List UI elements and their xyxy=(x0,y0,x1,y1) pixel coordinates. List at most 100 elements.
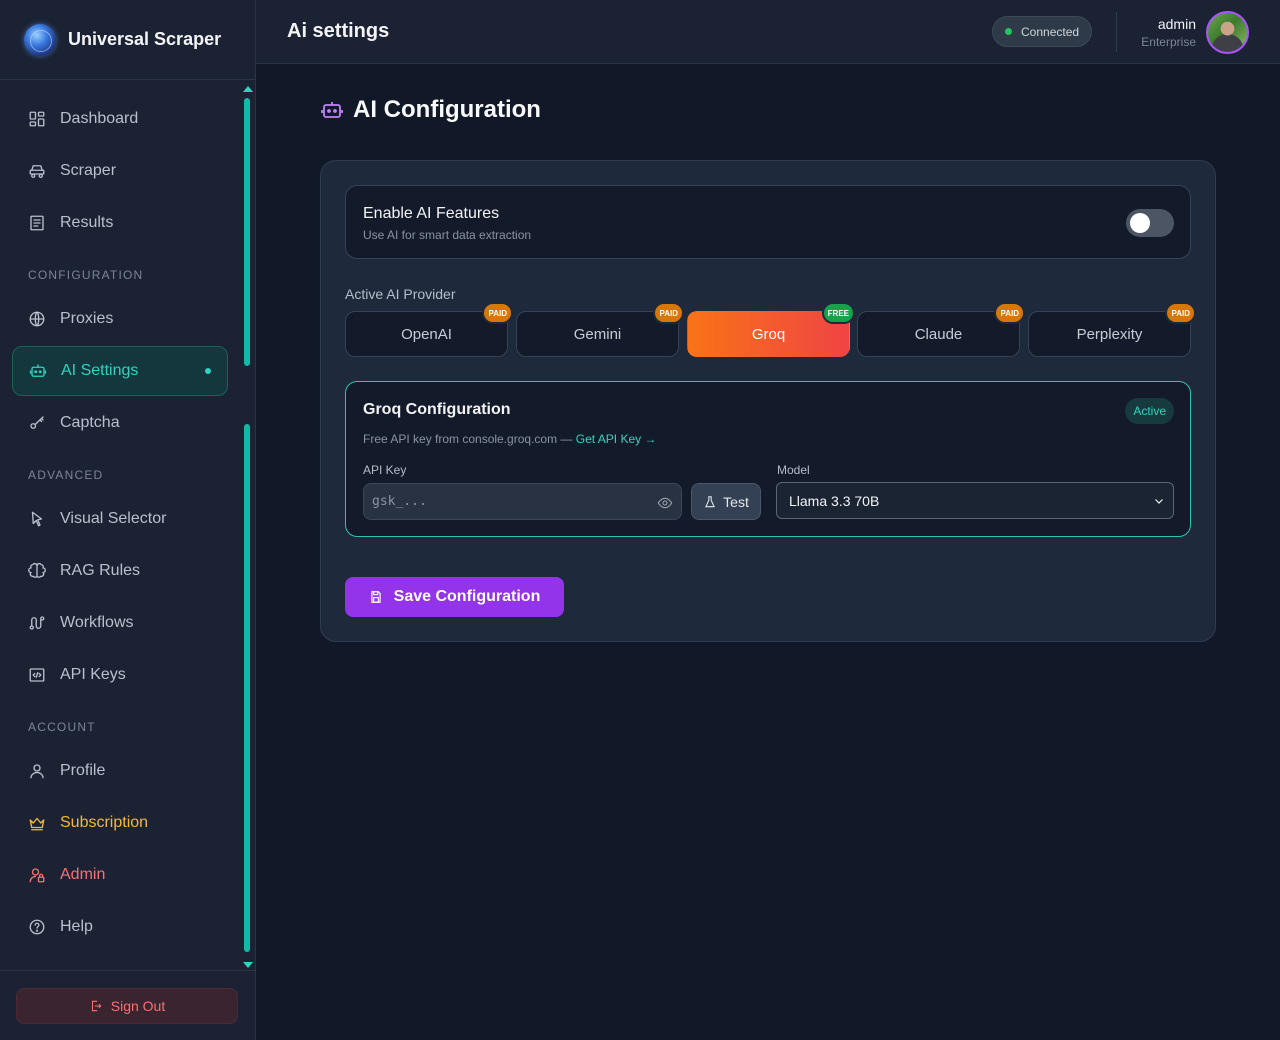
model-label: Model xyxy=(777,463,810,477)
api-key-input[interactable]: gsk_... xyxy=(363,483,682,520)
app-name: Universal Scraper xyxy=(68,29,222,49)
eye-icon[interactable] xyxy=(657,495,673,511)
globe-icon xyxy=(28,310,46,328)
sidebar-item-label: Visual Selector xyxy=(60,510,167,527)
provider-selector: OpenAI PAID Gemini PAID Groq FREE Claude… xyxy=(345,302,1196,357)
sidebar-item-label: Proxies xyxy=(60,310,114,327)
brain-icon xyxy=(28,562,46,580)
provider-groq[interactable]: Groq FREE xyxy=(687,302,855,357)
workflow-icon xyxy=(28,614,46,632)
connection-status-badge: Connected xyxy=(992,16,1093,47)
paid-badge: PAID xyxy=(1165,302,1196,324)
sidebar-item-label: Workflows xyxy=(60,614,134,631)
config-subtitle-text: Free API key from console.groq.com — xyxy=(363,432,573,446)
sidebar: Universal Scraper Dashboard Scraper Resu… xyxy=(0,0,256,1040)
scroll-up-arrow-icon[interactable] xyxy=(243,86,253,92)
provider-name: Perplexity xyxy=(1076,325,1143,343)
scraper-icon xyxy=(28,162,46,180)
sidebar-item-profile[interactable]: Profile xyxy=(12,746,228,796)
sidebar-nav: Dashboard Scraper Results CONFIGURATION … xyxy=(12,94,228,954)
sidebar-item-rag-rules[interactable]: RAG Rules xyxy=(12,546,228,596)
scrollbar-thumb[interactable] xyxy=(244,424,250,952)
divider xyxy=(0,970,256,971)
robot-icon xyxy=(321,102,343,118)
sidebar-item-subscription[interactable]: Subscription xyxy=(12,798,228,848)
provider-claude[interactable]: Claude PAID xyxy=(857,302,1025,357)
api-key-label: API Key xyxy=(363,463,407,477)
enable-ai-title: Enable AI Features xyxy=(363,205,500,222)
flask-icon xyxy=(705,495,716,507)
sidebar-item-visual-selector[interactable]: Visual Selector xyxy=(12,494,228,544)
sidebar-item-label: Profile xyxy=(60,762,106,779)
model-select[interactable]: Llama 3.3 70B xyxy=(776,482,1174,519)
save-label: Save Configuration xyxy=(393,588,541,605)
provider-name: OpenAI xyxy=(401,325,452,343)
user-plan: Enterprise xyxy=(1141,35,1196,49)
ai-config-card: Enable AI Features Use AI for smart data… xyxy=(320,160,1216,642)
user-icon xyxy=(28,762,46,780)
code-icon xyxy=(28,666,46,684)
sidebar-item-workflows[interactable]: Workflows xyxy=(12,598,228,648)
sidebar-item-results[interactable]: Results xyxy=(12,198,228,248)
sidebar-item-help[interactable]: Help xyxy=(12,902,228,952)
scrollbar-thumb[interactable] xyxy=(244,98,250,366)
sidebar-item-captcha[interactable]: Captcha xyxy=(12,398,228,448)
paid-badge: PAID xyxy=(653,302,684,324)
provider-gemini[interactable]: Gemini PAID xyxy=(516,302,684,357)
active-indicator xyxy=(205,368,211,374)
provider-openai[interactable]: OpenAI PAID xyxy=(345,302,513,357)
sidebar-item-dashboard[interactable]: Dashboard xyxy=(12,94,228,144)
sidebar-item-admin[interactable]: Admin xyxy=(12,850,228,900)
get-api-key-link[interactable]: Get API Key → xyxy=(576,432,657,446)
section-label-advanced: ADVANCED xyxy=(28,468,104,482)
sidebar-item-proxies[interactable]: Proxies xyxy=(12,294,228,344)
paid-badge: PAID xyxy=(994,302,1025,324)
section-heading: AI Configuration xyxy=(320,96,541,124)
dashboard-icon xyxy=(28,110,46,128)
enable-ai-row: Enable AI Features Use AI for smart data… xyxy=(345,185,1191,259)
provider-perplexity[interactable]: Perplexity PAID xyxy=(1028,302,1196,357)
results-icon xyxy=(28,214,46,232)
test-button[interactable]: Test xyxy=(691,483,761,520)
sidebar-item-label: Scraper xyxy=(60,162,117,179)
sign-out-icon xyxy=(91,1000,102,1012)
sidebar-item-ai-settings[interactable]: AI Settings xyxy=(12,346,228,396)
api-key-placeholder: gsk_... xyxy=(372,494,427,509)
user-lock-icon xyxy=(28,866,46,884)
sidebar-item-label: API Keys xyxy=(60,666,126,683)
sign-out-button[interactable]: Sign Out xyxy=(16,988,238,1024)
provider-name: Gemini xyxy=(573,325,622,343)
sidebar-item-label: RAG Rules xyxy=(60,562,141,579)
free-badge: FREE xyxy=(821,302,855,324)
brand[interactable]: Universal Scraper xyxy=(0,0,255,80)
cursor-icon xyxy=(28,510,46,528)
sidebar-item-api-keys[interactable]: API Keys xyxy=(12,650,228,700)
scroll-down-arrow-icon[interactable] xyxy=(243,962,253,968)
user-name: admin xyxy=(1157,16,1196,32)
sidebar-item-label: Results xyxy=(60,214,114,231)
provider-name: Groq xyxy=(751,325,786,343)
sidebar-scrollbar[interactable] xyxy=(242,84,254,970)
model-value: Llama 3.3 70B xyxy=(789,492,880,509)
globe-logo-icon xyxy=(24,23,56,56)
section-label-configuration: CONFIGURATION xyxy=(28,268,144,282)
sidebar-item-label: AI Settings xyxy=(61,362,139,379)
sidebar-item-scraper[interactable]: Scraper xyxy=(12,146,228,196)
enable-ai-subtitle: Use AI for smart data extraction xyxy=(363,228,532,242)
section-label-account: ACCOUNT xyxy=(28,720,96,734)
sign-out-label: Sign Out xyxy=(110,998,166,1014)
avatar[interactable] xyxy=(1206,11,1249,54)
active-status-badge: Active xyxy=(1125,398,1174,424)
key-icon xyxy=(28,414,46,432)
enable-ai-toggle[interactable] xyxy=(1126,209,1174,237)
crown-icon xyxy=(28,814,46,832)
help-icon xyxy=(28,918,46,936)
groq-config-panel: Groq Configuration Active Free API key f… xyxy=(345,381,1191,537)
config-subtitle: Free API key from console.groq.com — Get… xyxy=(363,432,656,446)
sidebar-item-label: Subscription xyxy=(60,814,149,831)
chevron-down-icon xyxy=(1153,494,1165,506)
sidebar-item-label: Help xyxy=(60,918,93,935)
save-configuration-button[interactable]: Save Configuration xyxy=(345,577,564,617)
top-header: Ai settings Connected admin Enterprise xyxy=(256,0,1280,64)
section-title: AI Configuration xyxy=(353,96,541,123)
